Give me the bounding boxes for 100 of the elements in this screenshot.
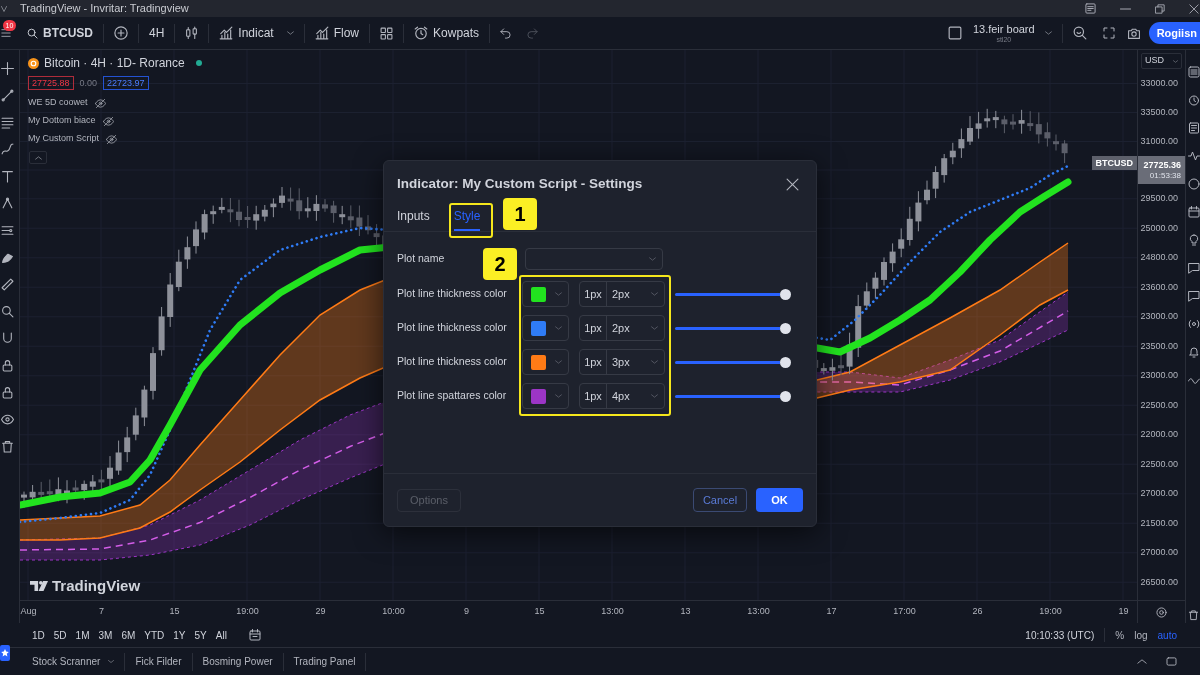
diagonal-line-icon[interactable] — [1, 89, 14, 102]
app-logo-icon — [1, 4, 7, 13]
calendar-range-icon[interactable] — [248, 629, 261, 641]
minimize-icon[interactable] — [1120, 7, 1131, 10]
price-label: 29500.00 — [1140, 194, 1178, 204]
curve-icon[interactable] — [1, 143, 14, 156]
alarm-clock-icon[interactable] — [1188, 94, 1200, 106]
eye-icon[interactable] — [1, 413, 14, 426]
price-label: 33000.00 — [1140, 79, 1178, 88]
time-label: 29 — [315, 605, 326, 619]
lock-icon[interactable] — [1, 359, 14, 372]
text-tool-icon[interactable] — [1, 170, 14, 183]
search-icon[interactable] — [1072, 26, 1087, 40]
calendar-icon[interactable] — [1188, 206, 1200, 218]
trash-icon[interactable] — [1, 440, 14, 453]
currency-dropdown[interactable]: USD — [1141, 53, 1182, 69]
last-price: 27725.36 — [1143, 160, 1181, 170]
window-title: TradingView - Invritar: Tradingview — [20, 3, 189, 14]
range-button[interactable]: 1Y — [173, 627, 186, 643]
time-label: 15 — [169, 605, 180, 619]
panel-tab[interactable]: Bosming Power — [192, 652, 284, 671]
price-label: 23600.00 — [1140, 282, 1178, 292]
time-label: 26 — [972, 605, 983, 619]
grid-icon[interactable] — [380, 26, 394, 40]
panel-tab[interactable]: Trading Panel — [283, 652, 367, 671]
ruler-icon[interactable] — [1, 278, 14, 291]
price-label: 26500.00 — [1140, 577, 1178, 587]
indicators-button[interactable]: Indicat — [219, 24, 294, 42]
price-label: 33500.00 — [1140, 108, 1178, 117]
range-button[interactable]: 5D — [53, 627, 67, 643]
magnet-icon[interactable] — [1, 332, 14, 345]
lightbulb-icon[interactable] — [1188, 234, 1200, 246]
price-label: 23500.00 — [1140, 341, 1178, 351]
bell-icon[interactable] — [1188, 346, 1200, 358]
time-label: Aug — [20, 605, 37, 619]
scale-option[interactable]: % — [1115, 627, 1125, 643]
candles-icon[interactable] — [185, 26, 199, 40]
chart-bars-icon — [314, 26, 329, 40]
trash-icon[interactable] — [1188, 609, 1199, 621]
panel-tab[interactable]: Fick Filder — [125, 652, 193, 671]
circle-icon[interactable] — [1188, 178, 1200, 190]
crosshair-icon[interactable] — [1, 62, 14, 75]
scale-option[interactable]: auto — [1157, 627, 1177, 643]
menu-icon[interactable] — [0, 28, 12, 38]
close-icon[interactable] — [1189, 3, 1199, 14]
price-label: 23000.00 — [1140, 371, 1178, 381]
alerts-button[interactable]: Kowpats — [414, 24, 480, 42]
zoom-icon[interactable] — [1, 305, 14, 318]
range-button[interactable]: YTD — [144, 627, 165, 643]
panel-tab[interactable]: Stock Scranner — [22, 652, 126, 671]
time-label: 19:00 — [1039, 605, 1062, 619]
publish-button[interactable]: Rogiisn — [1148, 22, 1200, 44]
caret-icon — [286, 31, 294, 35]
time-label: 10:00 — [382, 605, 405, 619]
time-label: 15 — [534, 605, 545, 619]
chevron-up-icon[interactable] — [1137, 659, 1147, 664]
brush-icon[interactable] — [1, 251, 14, 264]
range-button[interactable]: 6M — [121, 627, 136, 643]
notes-icon[interactable] — [1188, 122, 1200, 134]
chat-bubble-icon[interactable] — [1188, 290, 1200, 302]
undo-icon[interactable] — [500, 27, 512, 39]
price-label: 31000.00 — [1140, 137, 1178, 146]
pulse-icon[interactable] — [1188, 150, 1200, 162]
maximize-icon[interactable] — [1166, 657, 1177, 666]
range-button[interactable]: All — [215, 627, 227, 643]
target-icon[interactable] — [1156, 606, 1167, 618]
scale-option[interactable]: log — [1134, 627, 1148, 643]
broadcast-icon[interactable] — [1188, 318, 1200, 330]
range-button[interactable]: 5Y — [194, 627, 207, 643]
chart-bars-icon — [219, 26, 234, 40]
range-button[interactable]: 3M — [98, 627, 113, 643]
flow-button[interactable]: Flow — [314, 24, 360, 42]
interval-button[interactable]: 4H — [149, 24, 165, 42]
add-circle-icon[interactable] — [114, 26, 128, 40]
price-label: 24800.00 — [1140, 253, 1178, 263]
lock-icon[interactable] — [1, 386, 14, 399]
time-label: 13:00 — [601, 605, 624, 619]
price-label: 27000.00 — [1140, 548, 1178, 558]
notes-icon[interactable] — [1085, 3, 1096, 14]
caret-icon — [108, 660, 115, 663]
price-label: 21500.00 — [1140, 518, 1178, 528]
range-button[interactable]: 1D — [32, 627, 45, 643]
time-label: 13 — [680, 605, 691, 619]
time-label: 13:00 — [747, 605, 770, 619]
nodes-icon[interactable] — [1, 197, 14, 210]
list-icon[interactable] — [1188, 66, 1200, 78]
fullscreen-icon[interactable] — [1102, 27, 1115, 39]
sliders-icon[interactable] — [1, 224, 14, 237]
search-icon — [27, 27, 38, 39]
symbol-search-button[interactable]: BTCUSD — [27, 24, 93, 42]
clock[interactable]: 10:10:33 (UTC) — [1025, 627, 1095, 643]
bar-countdown: 01:53:38 — [1149, 171, 1181, 180]
restore-icon[interactable] — [1155, 3, 1165, 14]
square-icon[interactable] — [947, 26, 962, 40]
camera-icon[interactable] — [1126, 26, 1141, 40]
caret-icon — [1173, 59, 1178, 63]
price-label: 27000.00 — [1140, 489, 1178, 499]
chat-bubble-icon[interactable] — [1188, 262, 1200, 274]
range-button[interactable]: 1M — [75, 627, 90, 643]
parallel-lines-icon[interactable] — [1, 116, 14, 129]
